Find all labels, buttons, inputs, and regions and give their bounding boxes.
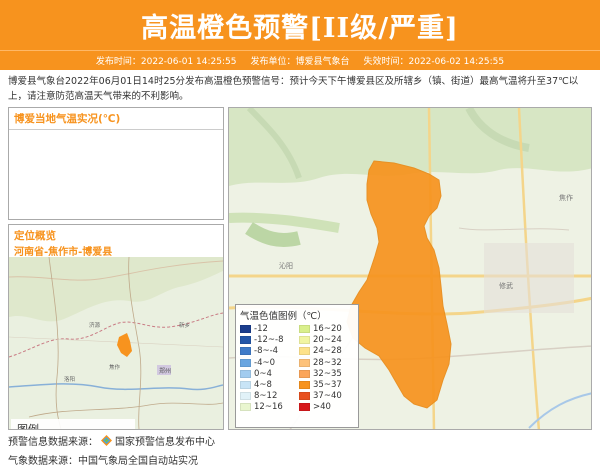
weather-source-line: 气象数据来源：中国气象局全国自动站实况: [8, 452, 198, 467]
scale-swatch: [299, 381, 310, 390]
main-map[interactable]: 焦作 沁阳 修武 气温色值图例（℃） -12 16~20 -12~-8 20~24 -8…: [228, 107, 592, 430]
scale-swatch: [299, 392, 310, 401]
location-panel-title: 定位概览: [14, 230, 56, 242]
scale-item: 12~16: [240, 402, 295, 412]
scale-label: 35~37: [313, 380, 342, 391]
scale-item: 0~4: [240, 369, 295, 379]
scale-label: 37~40: [313, 391, 342, 402]
expire-time: 失效时间：2022-06-02 14:25:55: [363, 57, 505, 67]
location-panel: 定位概览 河南省-焦作市-博爱县 郑州 济源 焦作 洛阳 新乡 图例 国界: [8, 224, 224, 430]
svg-text:沁阳: 沁阳: [279, 261, 293, 270]
publish-time: 发布时间：2022-06-01 14:25:55: [95, 57, 237, 67]
scale-label: 28~32: [313, 357, 342, 368]
scale-label: 12~16: [254, 402, 283, 413]
scale-swatch: [240, 325, 251, 334]
publisher: 发布单位：博爱县气象台: [250, 57, 350, 67]
scale-swatch: [240, 347, 251, 356]
svg-text:焦作: 焦作: [559, 193, 573, 202]
scale-item: 8~12: [240, 391, 295, 401]
temperature-scale-legend: 气温色值图例（℃） -12 16~20 -12~-8 20~24 -8~-4 24~28-…: [235, 304, 359, 428]
scale-swatch: [240, 392, 251, 401]
info-bar: 发布时间：2022-06-01 14:25:55 发布单位：博爱县气象台 失效时…: [0, 50, 600, 70]
scale-swatch: [240, 369, 251, 378]
scale-swatch: [240, 358, 251, 367]
scale-item: -12~-8: [240, 335, 295, 345]
scale-label: -12: [254, 324, 268, 335]
scale-item: 20~24: [299, 335, 354, 345]
scale-item: 37~40: [299, 391, 354, 401]
warning-source-label: 预警信息数据来源：: [8, 437, 98, 448]
scale-label: -4~0: [254, 357, 276, 368]
scale-item: 28~32: [299, 358, 354, 368]
scale-swatch: [299, 369, 310, 378]
scale-item: 24~28: [299, 346, 354, 356]
scale-item: -4~0: [240, 358, 295, 368]
header-banner: 高温橙色预警[II级/严重]: [0, 0, 600, 50]
scale-swatch: [299, 403, 310, 412]
scale-item: -8~-4: [240, 346, 295, 356]
overview-legend-title: 图例: [17, 423, 39, 430]
scale-label: -12~-8: [254, 335, 284, 346]
scale-label: 32~35: [313, 368, 342, 379]
warning-source-name: 国家预警信息发布中心: [115, 437, 215, 448]
scale-label: -8~-4: [254, 346, 279, 357]
warning-center-logo-icon: [101, 435, 112, 446]
scale-item: >40: [299, 402, 354, 412]
page-title: 高温橙色预警[II级/严重]: [141, 12, 459, 44]
scale-label: 8~12: [254, 391, 278, 402]
scale-swatch: [240, 336, 251, 345]
warning-source-line: 预警信息数据来源： 国家预警信息发布中心: [8, 433, 215, 448]
scale-label: 24~28: [313, 346, 342, 357]
scale-label: 0~4: [254, 368, 272, 379]
svg-text:洛阳: 洛阳: [64, 375, 75, 383]
scale-label: 4~8: [254, 380, 272, 391]
scale-label: >40: [313, 402, 331, 413]
svg-text:焦作: 焦作: [109, 363, 121, 371]
scale-swatch: [240, 403, 251, 412]
scale-swatch: [299, 325, 310, 334]
scale-swatch: [299, 347, 310, 356]
scale-item: 32~35: [299, 369, 354, 379]
svg-text:新乡: 新乡: [179, 321, 190, 329]
weather-source: 气象数据来源：中国气象局全国自动站实况: [8, 456, 198, 467]
scale-swatch: [299, 358, 310, 367]
scale-item: 35~37: [299, 380, 354, 390]
svg-text:济源: 济源: [89, 321, 101, 329]
scale-label: 16~20: [313, 324, 342, 335]
overview-map[interactable]: 郑州 济源 焦作 洛阳 新乡 图例 国界 省界: [9, 256, 223, 430]
temperature-scale-grid: -12 16~20 -12~-8 20~24 -8~-4 24~28 -4~0 28~32 0~…: [240, 324, 354, 413]
scale-item: 4~8: [240, 380, 295, 390]
scale-label: 20~24: [313, 335, 342, 346]
svg-text:郑州: 郑州: [159, 367, 171, 375]
scale-item: 16~20: [299, 324, 354, 334]
scale-swatch: [299, 336, 310, 345]
overview-map-graphic: 郑州 济源 焦作 洛阳 新乡: [9, 256, 223, 429]
svg-text:修武: 修武: [499, 281, 513, 290]
temperature-panel-title: 博爱当地气温实况(℃): [9, 108, 223, 130]
warning-description: 博爱县气象台2022年06月01日14时25分发布高温橙色预警信号：预计今天下午…: [8, 76, 579, 102]
temperature-panel: 博爱当地气温实况(℃): [8, 107, 224, 220]
temperature-scale-title: 气温色值图例（℃）: [240, 311, 327, 322]
overview-legend: 图例 国界 省界: [11, 419, 135, 430]
scale-item: -12: [240, 324, 295, 334]
scale-swatch: [240, 381, 251, 390]
